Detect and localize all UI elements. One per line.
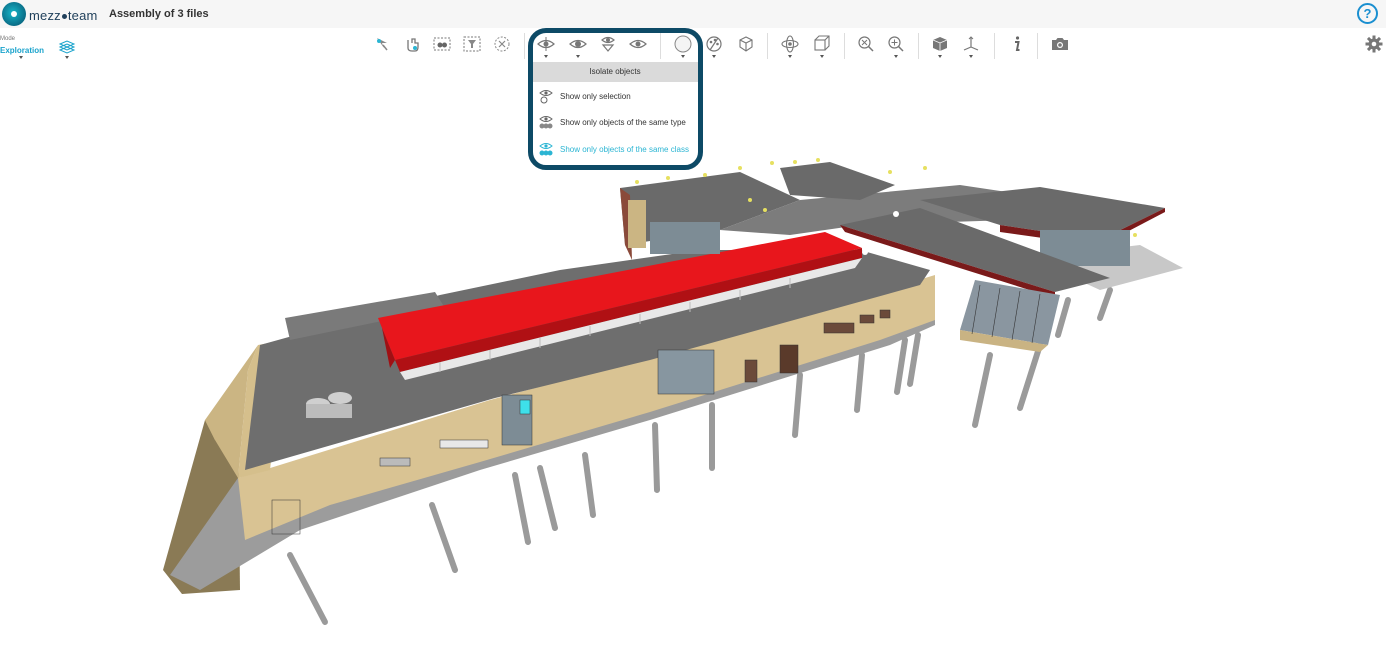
mode-label: Mode [0,36,16,42]
mode-selector[interactable]: Exploration [0,46,44,55]
select-arrow-icon[interactable] [372,34,392,54]
toolbar-separator [844,33,845,59]
toolbar-separator [1037,33,1038,59]
fit-box-icon[interactable] [812,34,832,54]
section-box-icon[interactable] [736,34,756,54]
fit-caret-icon[interactable] [820,55,824,58]
orbit-icon[interactable] [780,34,800,54]
camera-icon[interactable] [1050,34,1070,54]
paint-icon[interactable] [704,34,724,54]
floor-caret-icon[interactable] [65,56,69,59]
view-cube-caret-icon[interactable] [938,55,942,58]
toolbar-separator [524,33,525,59]
highlight-annotation [528,28,703,170]
toolbar-separator [994,33,995,59]
settings-gear-icon[interactable] [1365,35,1383,53]
brand-logo-icon[interactable] [2,2,26,26]
info-icon[interactable] [1007,34,1027,54]
mode-caret-icon[interactable] [19,56,23,59]
floor-plan-icon[interactable] [58,37,76,55]
filter-icon[interactable] [462,34,482,54]
select-hand-icon[interactable] [402,34,422,54]
orbit-caret-icon[interactable] [788,55,792,58]
help-icon[interactable]: ? [1357,3,1378,24]
paint-caret-icon[interactable] [712,55,716,58]
zoom-in-icon[interactable] [886,34,906,54]
axis-caret-icon[interactable] [969,55,973,58]
zoom-in-caret-icon[interactable] [894,55,898,58]
project-title: Assembly of 3 files [109,8,209,20]
zoom-out-icon[interactable] [856,34,876,54]
brand-dot-icon [61,13,67,19]
brand-name-part-2: team [67,8,98,23]
brand-name-part-1: mezz [29,8,61,23]
view-cube-icon[interactable] [930,34,950,54]
toolbar-separator [767,33,768,59]
toolbar-separator [918,33,919,59]
top-header: mezz team Assembly of 3 files ? [0,0,1386,28]
clear-selection-icon[interactable] [492,34,512,54]
brand-name: mezz team [29,8,98,23]
app-root: mezz team Assembly of 3 files ? Mode Expl… [0,0,1386,656]
select-box-icon[interactable] [432,34,452,54]
axis-icon[interactable] [961,34,981,54]
